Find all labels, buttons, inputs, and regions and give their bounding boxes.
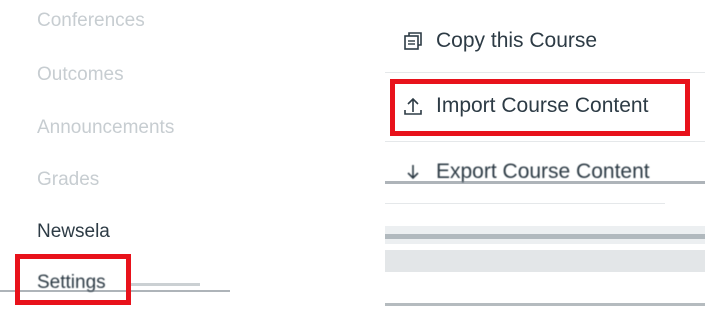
download-icon: [407, 165, 419, 180]
render-artifact: [385, 234, 705, 239]
divider: [385, 72, 705, 73]
render-artifact: [385, 303, 705, 306]
divider: [385, 203, 665, 204]
render-artifact: [385, 181, 705, 184]
sidebar-item-announcements[interactable]: Announcements: [37, 117, 174, 139]
settings-highlight: [15, 254, 131, 305]
render-artifact: [130, 283, 200, 286]
sidebar-item-newsela[interactable]: Newsela: [37, 221, 110, 243]
sidebar-item-grades[interactable]: Grades: [37, 169, 99, 191]
copy-icon: [404, 32, 422, 50]
garbled-row: [385, 250, 705, 272]
sidebar-item-outcomes[interactable]: Outcomes: [37, 64, 124, 86]
sidebar-item-conferences[interactable]: Conferences: [37, 10, 145, 32]
copy-course-label: Copy this Course: [436, 29, 598, 52]
copy-course-link[interactable]: Copy this Course: [402, 29, 597, 53]
divider: [385, 141, 705, 142]
import-highlight: [390, 79, 690, 136]
